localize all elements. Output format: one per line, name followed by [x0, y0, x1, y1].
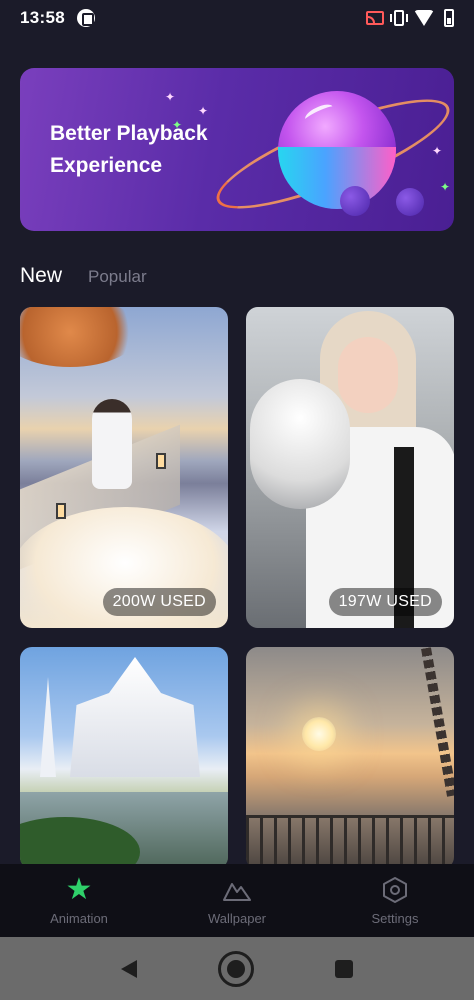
home-button[interactable]: [217, 950, 254, 987]
recents-button[interactable]: [335, 959, 354, 978]
nav-label: Animation: [50, 911, 108, 926]
battery-icon: [444, 9, 454, 27]
wallpaper-thumbnail: [246, 307, 454, 628]
sparkle-icon: ✦: [198, 104, 209, 118]
system-navigation-bar: [0, 937, 474, 1000]
nav-item-animation[interactable]: ★ Animation: [0, 864, 158, 937]
wallpaper-thumbnail: [20, 647, 228, 869]
nav-item-settings[interactable]: Settings: [316, 864, 474, 937]
planet-illustration: [278, 91, 396, 209]
wifi-icon: [414, 10, 434, 26]
sparkle-icon: ✦: [440, 180, 451, 194]
status-icons: [366, 9, 454, 27]
star-icon: ★: [65, 873, 93, 906]
usage-badge: 197W USED: [328, 588, 442, 616]
moon-illustration: [396, 188, 424, 216]
nav-item-wallpaper[interactable]: Wallpaper: [158, 864, 316, 937]
promo-banner[interactable]: ✦ ✦ ✦ ✦ ✦ Better Playback Experience: [20, 68, 454, 231]
bottom-navigation: ★ Animation Wallpaper Settings: [0, 864, 474, 937]
wallpaper-card[interactable]: 200W USED: [20, 307, 228, 628]
wallpaper-thumbnail: [246, 647, 454, 869]
tab-popular[interactable]: Popular: [88, 267, 147, 287]
wallpaper-card[interactable]: [246, 647, 454, 869]
hexagon-icon: [380, 875, 410, 905]
back-button[interactable]: [120, 959, 137, 978]
cast-icon: [366, 11, 384, 25]
mountain-icon: [222, 875, 252, 905]
wallpaper-card[interactable]: [20, 647, 228, 869]
status-bar: 13:58: [0, 0, 474, 36]
vibrate-icon: [390, 10, 408, 26]
content-tabs: New Popular: [20, 264, 147, 288]
nav-label: Wallpaper: [207, 911, 267, 926]
sparkle-icon: ✦: [432, 144, 443, 158]
wallpaper-thumbnail: [20, 307, 228, 628]
nav-label: Settings: [371, 911, 419, 926]
sparkle-icon: ✦: [165, 90, 176, 104]
banner-title: Better Playback Experience: [50, 122, 208, 177]
wallpaper-card[interactable]: 197W USED: [246, 307, 454, 628]
notification-icon: [76, 9, 95, 27]
moon-illustration: [340, 186, 370, 216]
status-time: 13:58: [20, 8, 65, 27]
tab-new[interactable]: New: [20, 264, 62, 288]
usage-badge: 200W USED: [102, 588, 216, 616]
